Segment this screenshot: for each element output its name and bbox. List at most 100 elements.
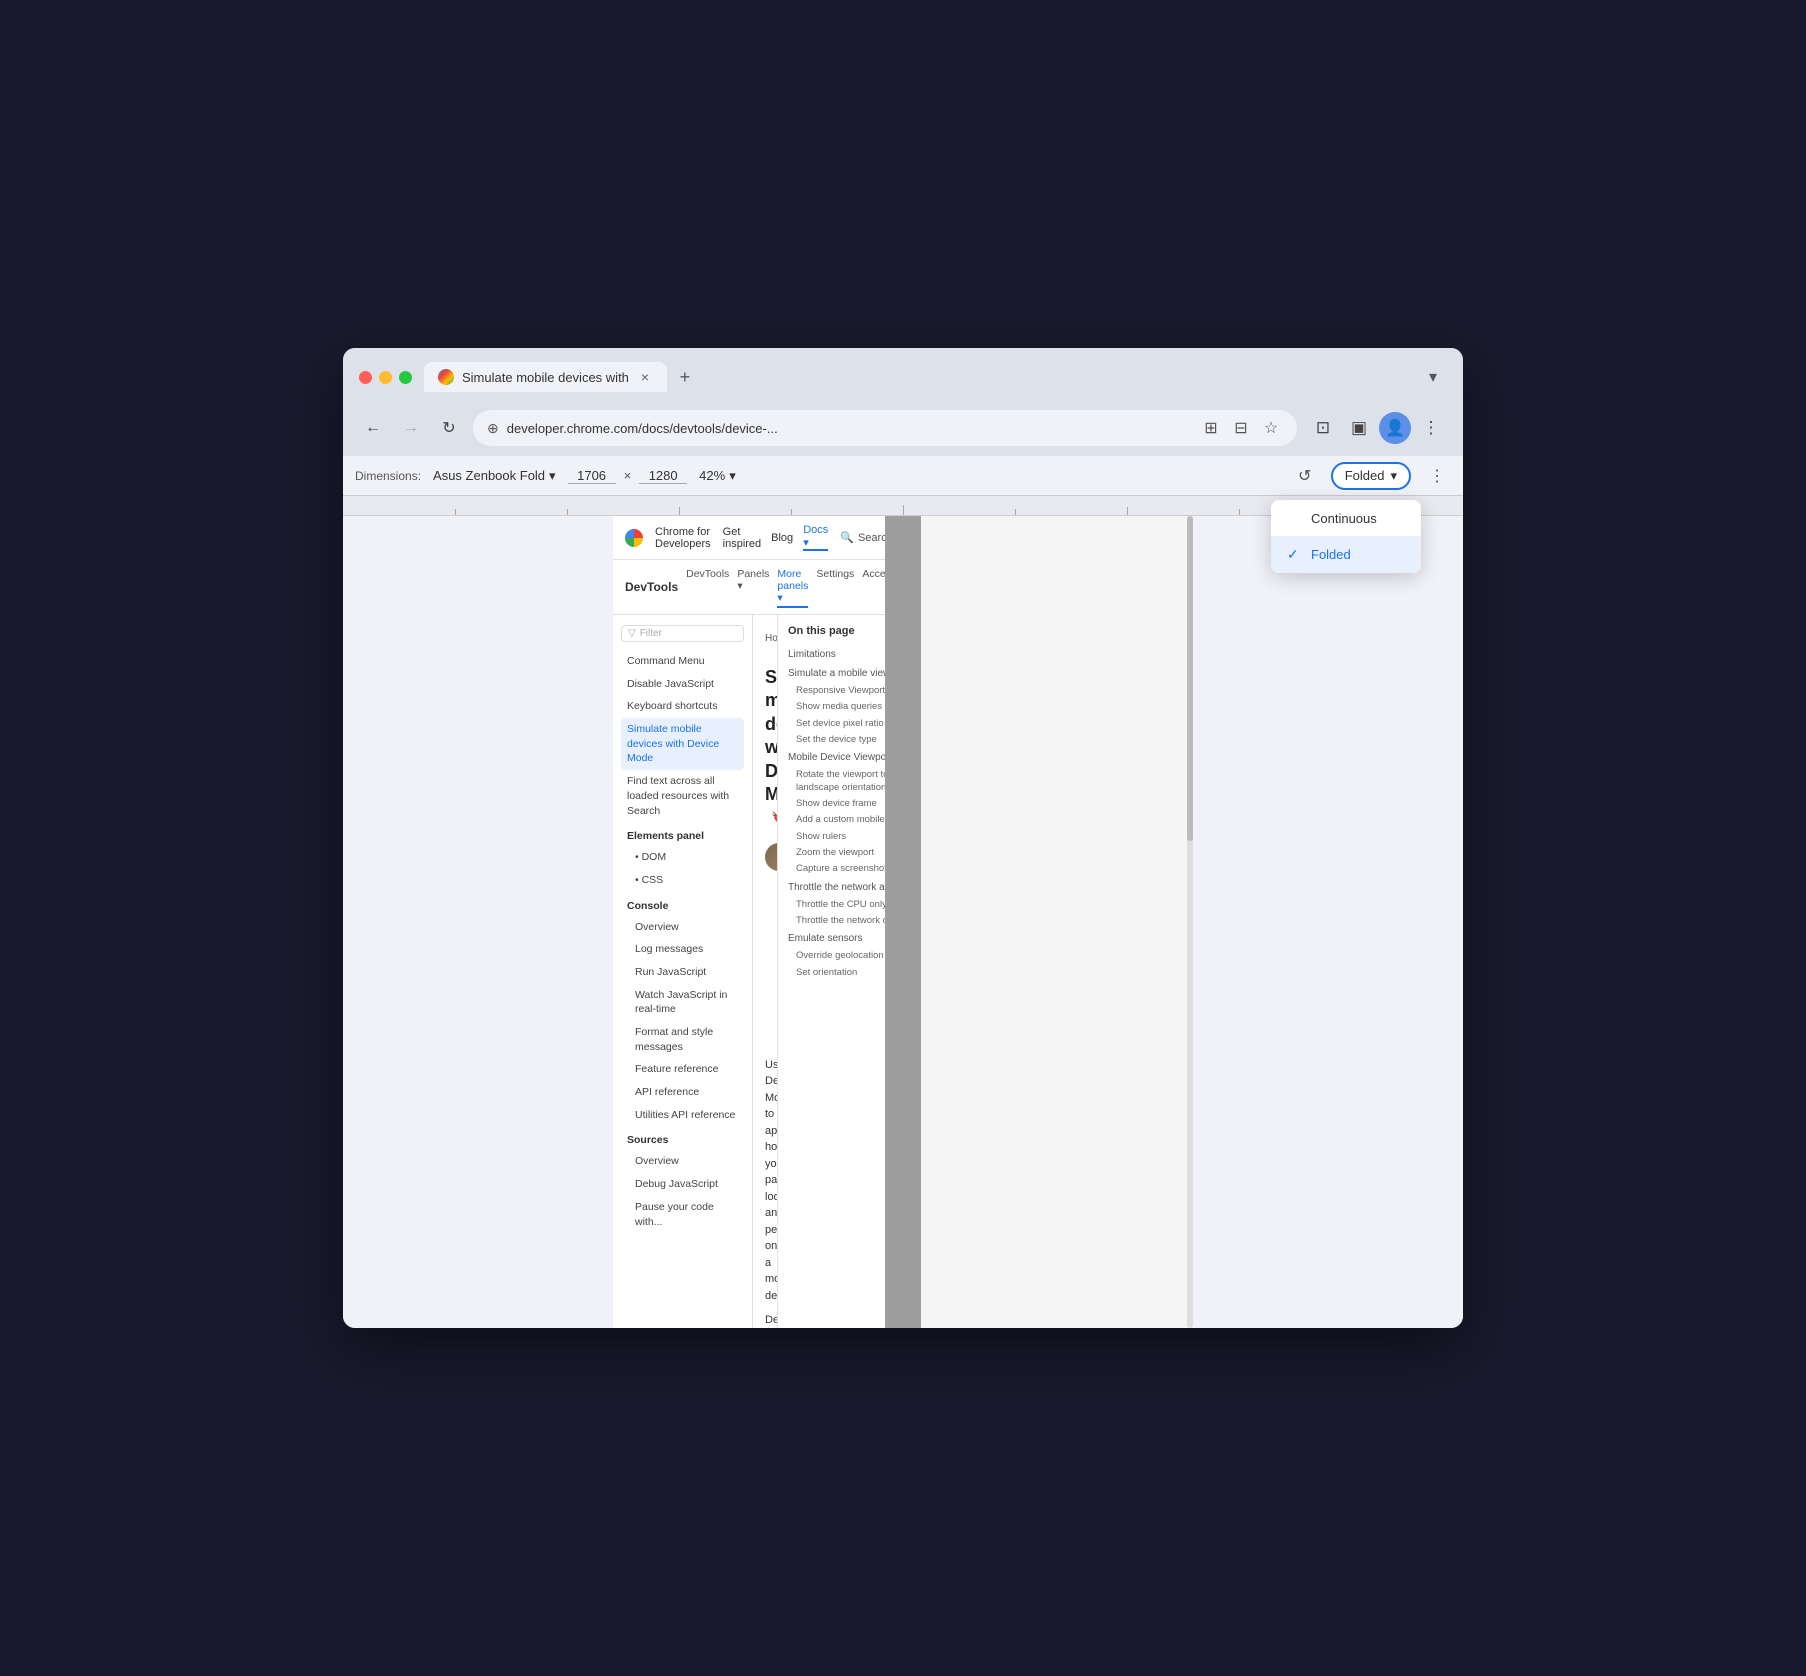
sidebar-item-api-ref[interactable]: API reference — [629, 1081, 744, 1104]
toc-emulate-sensors[interactable]: Emulate sensors — [788, 929, 885, 948]
sidebar-item-utilities-ref[interactable]: Utilities API reference — [629, 1104, 744, 1127]
toc-set-device-type[interactable]: Set the device type — [788, 732, 885, 748]
cast-icon[interactable]: ⊞ — [1199, 416, 1223, 440]
nav-docs[interactable]: Docs ▾ — [803, 524, 828, 551]
author-kayce: Kayce Basques 𝕏 ⊕ ▶ — [765, 840, 777, 875]
dev-page-right[interactable] — [921, 516, 1193, 1328]
toc-capture-screenshot[interactable]: Capture a screenshot — [788, 861, 885, 877]
fold-button-label: Folded — [1345, 468, 1385, 483]
device-screen: Chrome for Developers Get inspired Blog … — [613, 516, 1193, 1328]
forward-button[interactable]: → — [397, 414, 425, 442]
profile-button[interactable]: 👤 — [1379, 412, 1411, 444]
minimize-traffic-light[interactable] — [379, 371, 392, 384]
toc-mobile-viewport-mode[interactable]: Mobile Device Viewport Mode — [788, 748, 885, 767]
sidebar-item-debug-js[interactable]: Debug JavaScript — [629, 1173, 744, 1196]
nav-get-inspired[interactable]: Get inspired — [723, 526, 762, 550]
site-name: Chrome for Developers — [655, 526, 711, 550]
subnav-devtools[interactable]: DevTools — [686, 566, 729, 608]
continuous-checkmark — [1287, 510, 1303, 526]
main-content: Chrome for Developers Get inspired Blog … — [343, 496, 1463, 1328]
reload-button[interactable]: ↻ — [435, 414, 463, 442]
tab-dropdown-button[interactable]: ▾ — [1419, 363, 1447, 391]
device-selector[interactable]: Asus Zenbook Fold ▾ — [433, 468, 556, 484]
subnav-accessibility[interactable]: Accessibility — [862, 566, 885, 608]
maximize-traffic-light[interactable] — [399, 371, 412, 384]
zoom-selector[interactable]: 42% ▾ — [699, 468, 736, 484]
fold-option-folded[interactable]: ✓ Folded — [1271, 536, 1421, 573]
toc-throttle-cpu[interactable]: Throttle the CPU only — [788, 897, 885, 913]
close-traffic-light[interactable] — [359, 371, 372, 384]
subnav-panels[interactable]: Panels ▾ — [737, 566, 769, 608]
device-dropdown-arrow: ▾ — [549, 468, 556, 484]
toc-show-rulers[interactable]: Show rulers — [788, 829, 885, 845]
toc-throttle-network-cpu[interactable]: Throttle the network and CPU — [788, 878, 885, 897]
breadcrumb: Home › Docs › DevTools › More panels — [765, 627, 777, 649]
sidebar-item-feature-ref[interactable]: Feature reference — [629, 1058, 744, 1081]
dimension-separator: × — [624, 468, 632, 483]
more-device-options-icon[interactable]: ⋮ — [1423, 462, 1451, 490]
sidebar-item-disable-js[interactable]: Disable JavaScript — [621, 673, 744, 696]
sidebar-item-find-text[interactable]: Find text across all loaded resources wi… — [621, 770, 744, 822]
width-input[interactable] — [568, 468, 616, 484]
bookmark-icon[interactable]: ☆ — [1259, 416, 1283, 440]
toc-set-orientation[interactable]: Set orientation — [788, 965, 885, 981]
toc-limitations[interactable]: Limitations — [788, 645, 885, 664]
sidebar-item-keyboard-shortcuts[interactable]: Keyboard shortcuts — [621, 695, 744, 718]
sidebar-item-run-js[interactable]: Run JavaScript — [629, 961, 744, 984]
scrollbar-thumb[interactable] — [1187, 516, 1193, 841]
tab-close-button[interactable]: × — [637, 369, 653, 385]
url-security-icon: ⊕ — [487, 420, 499, 437]
toc-title: On this page — [788, 625, 885, 637]
height-input[interactable] — [639, 468, 687, 484]
sidebar-item-dom[interactable]: • DOM — [629, 846, 744, 869]
sidebar-item-simulate-mobile[interactable]: Simulate mobile devices with Device Mode — [621, 718, 744, 770]
toc-throttle-network[interactable]: Throttle the network only — [788, 913, 885, 929]
toc-show-device-frame[interactable]: Show device frame — [788, 796, 885, 812]
fold-dropdown-arrow: ▾ — [1390, 468, 1397, 484]
fold-button[interactable]: Folded ▾ — [1331, 462, 1411, 490]
fold-option-continuous[interactable]: Continuous — [1271, 500, 1421, 536]
toc-add-custom-device[interactable]: Add a custom mobile device — [788, 812, 885, 828]
back-button[interactable]: ← — [359, 414, 387, 442]
sidebar-item-log-messages[interactable]: Log messages — [629, 938, 744, 961]
article-content: Home › Docs › DevTools › More panels — [753, 615, 777, 1328]
filter-box[interactable]: ▽ Filter — [621, 625, 744, 642]
scrollbar[interactable] — [1187, 516, 1193, 1328]
folded-label: Folded — [1311, 547, 1351, 562]
rotate-icon[interactable]: ↺ — [1291, 462, 1319, 490]
toc-show-media-queries[interactable]: Show media queries — [788, 699, 885, 715]
sidebar-item-pause-code[interactable]: Pause your code with... — [629, 1196, 744, 1233]
search-label[interactable]: Search — [858, 532, 885, 544]
toc-device-pixel-ratio[interactable]: Set device pixel ratio — [788, 716, 885, 732]
sidebar-item-sources-overview[interactable]: Overview — [629, 1150, 744, 1173]
traffic-lights — [359, 371, 412, 384]
breadcrumb-home[interactable]: Home — [765, 633, 777, 644]
sidebar-item-command-menu[interactable]: Command Menu — [621, 650, 744, 673]
dev-page-content[interactable]: Chrome for Developers Get inspired Blog … — [613, 516, 885, 1328]
subnav-more-panels[interactable]: More panels ▾ — [777, 566, 808, 608]
hide-icon[interactable]: ⊟ — [1229, 416, 1253, 440]
toc-zoom-viewport[interactable]: Zoom the viewport — [788, 845, 885, 861]
screen-left-half: Chrome for Developers Get inspired Blog … — [613, 516, 885, 1328]
folded-checkmark: ✓ — [1287, 546, 1303, 563]
sidebar-item-css[interactable]: • CSS — [629, 869, 744, 892]
toc-simulate-mobile[interactable]: Simulate a mobile viewport — [788, 664, 885, 683]
sidebar-item-overview[interactable]: Overview — [629, 916, 744, 939]
right-page-scroll — [921, 516, 1193, 1328]
ruler-mark — [567, 509, 568, 515]
subnav-settings[interactable]: Settings — [816, 566, 854, 608]
extensions-icon[interactable]: ⊡ — [1307, 412, 1339, 444]
toc-override-geolocation[interactable]: Override geolocation — [788, 948, 885, 964]
sidebar-item-format-msgs[interactable]: Format and style messages — [629, 1021, 744, 1058]
active-tab[interactable]: Simulate mobile devices with × — [424, 362, 667, 392]
sidebar-item-watch-js[interactable]: Watch JavaScript in real-time — [629, 984, 744, 1021]
page-frame: Chrome for Developers Get inspired Blog … — [343, 516, 1463, 1328]
new-tab-button[interactable]: + — [671, 363, 699, 391]
toc-rotate-landscape[interactable]: Rotate the viewport to landscape orienta… — [788, 767, 885, 796]
url-bar[interactable]: ⊕ developer.chrome.com/docs/devtools/dev… — [473, 410, 1297, 446]
nav-blog[interactable]: Blog — [771, 532, 793, 544]
continuous-label: Continuous — [1311, 511, 1377, 526]
split-screen-icon[interactable]: ▣ — [1343, 412, 1375, 444]
more-options-icon[interactable]: ⋮ — [1415, 412, 1447, 444]
toc-responsive-viewport[interactable]: Responsive Viewport Mode — [788, 683, 885, 699]
